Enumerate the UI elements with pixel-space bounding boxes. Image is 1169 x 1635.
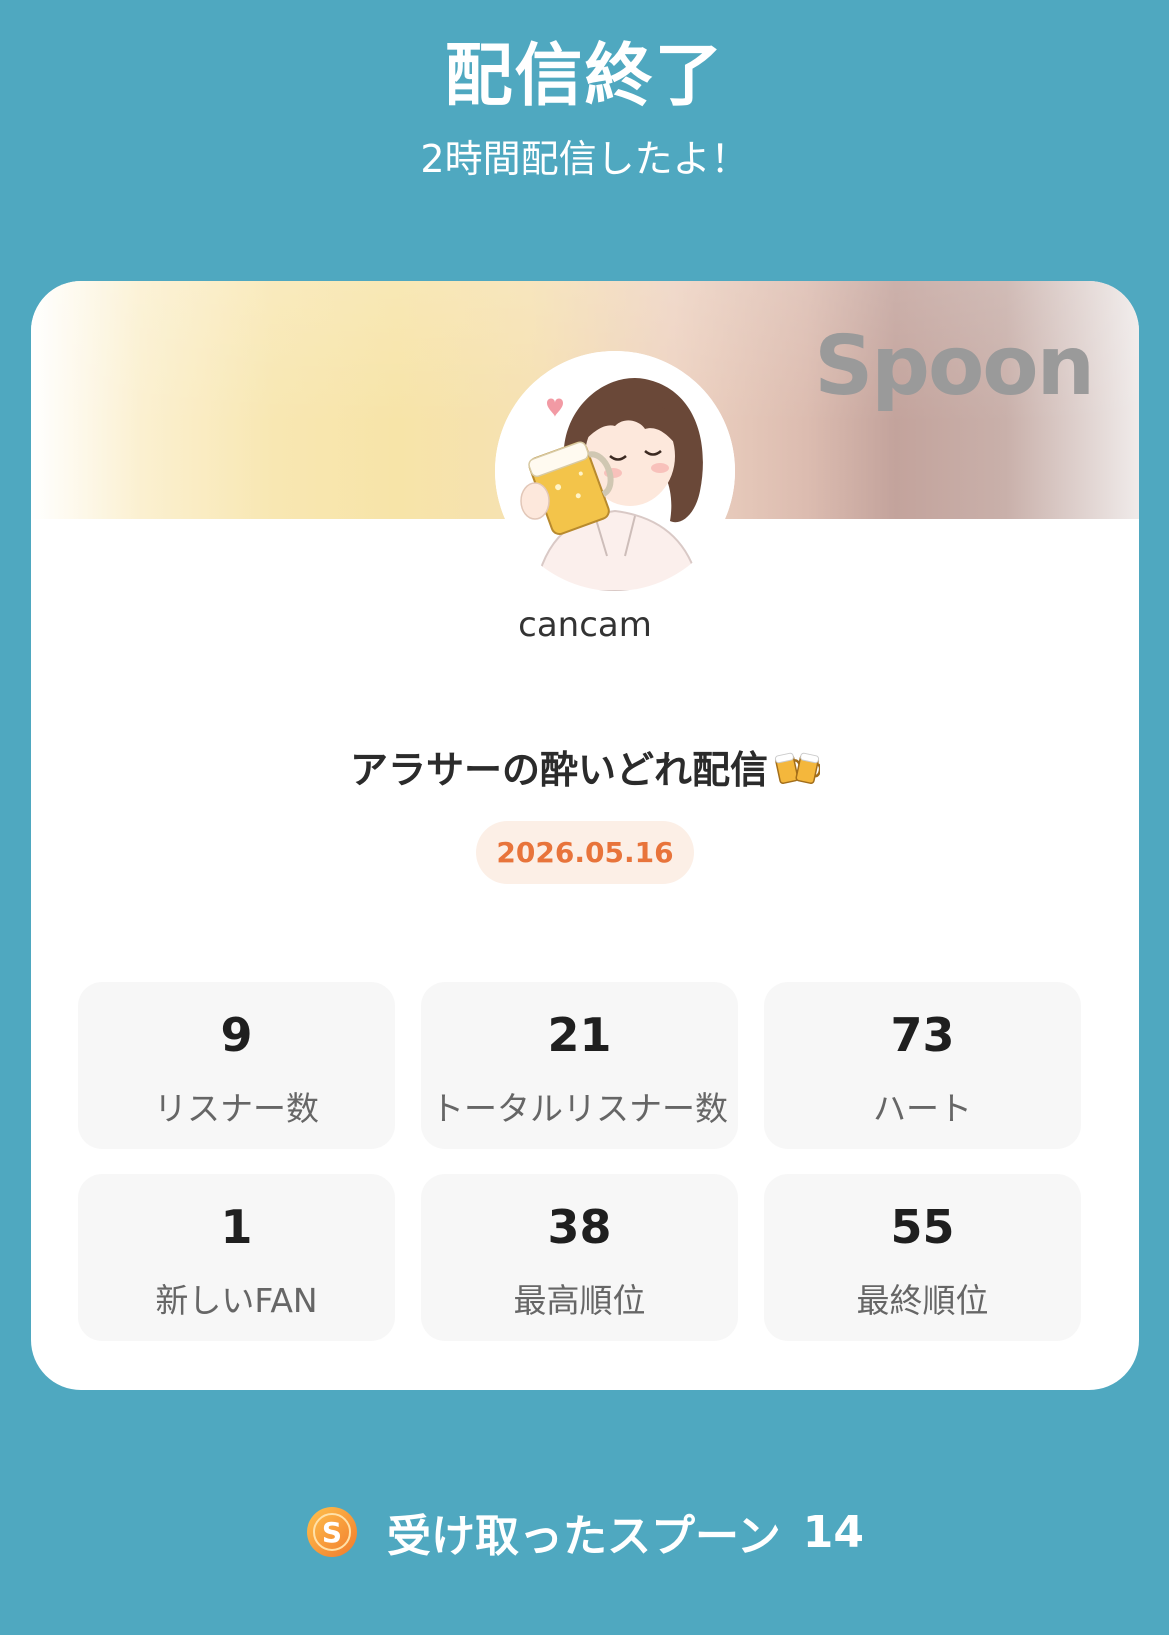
live-title-text: アラサーの酔いどれ配信 [349, 748, 768, 792]
received-spoons: S 受け取ったスプーン 14 [0, 1500, 1169, 1564]
username: cancam [518, 605, 652, 645]
spoons-label: 受け取ったスプーン [386, 1511, 781, 1562]
stat-hearts: 73 ハート [764, 982, 1081, 1149]
spoon-coin-icon: S [305, 1505, 359, 1559]
broadcast-summary-card: Spoon cancam アラサーの酔いどれ配信 2026.05.16 9 リス… [31, 281, 1139, 1390]
stat-value: 38 [547, 1200, 612, 1254]
avatar-illustration [495, 351, 735, 591]
spoon-logo: Spoon [814, 319, 1095, 414]
stat-label: リスナー数 [154, 1089, 319, 1128]
stat-value: 73 [890, 1008, 955, 1062]
stat-label: 新しいFAN [155, 1281, 318, 1320]
stat-value: 1 [220, 1200, 253, 1254]
stat-new-fans: 1 新しいFAN [78, 1174, 395, 1341]
stat-value: 9 [220, 1008, 253, 1062]
svg-text:S: S [322, 1516, 342, 1549]
stat-listeners: 9 リスナー数 [78, 982, 395, 1149]
page-subtitle: 2時間配信したよ！ [420, 137, 749, 181]
stat-label: ハート [873, 1089, 972, 1128]
date-wrap: 2026.05.16 [31, 821, 1139, 884]
stat-final-rank: 55 最終順位 [764, 1174, 1081, 1341]
date-badge: 2026.05.16 [476, 821, 694, 884]
stat-label: 最終順位 [856, 1281, 989, 1320]
stat-value: 55 [890, 1200, 955, 1254]
stats-grid: 9 リスナー数 21 トータルリスナー数 73 ハート 1 新しいFAN 38 … [78, 982, 1082, 1341]
stat-total-listeners: 21 トータルリスナー数 [421, 982, 738, 1149]
stat-value: 21 [547, 1008, 612, 1062]
page-title: 配信終了 [444, 37, 725, 116]
stat-highest-rank: 38 最高順位 [421, 1174, 738, 1341]
stat-label: 最高順位 [513, 1281, 646, 1320]
stat-label: トータルリスナー数 [431, 1089, 728, 1128]
beer-mugs-icon [774, 746, 822, 799]
spoons-count: 14 [802, 1506, 865, 1558]
live-title: アラサーの酔いどれ配信 [31, 739, 1139, 799]
avatar[interactable] [495, 351, 735, 591]
